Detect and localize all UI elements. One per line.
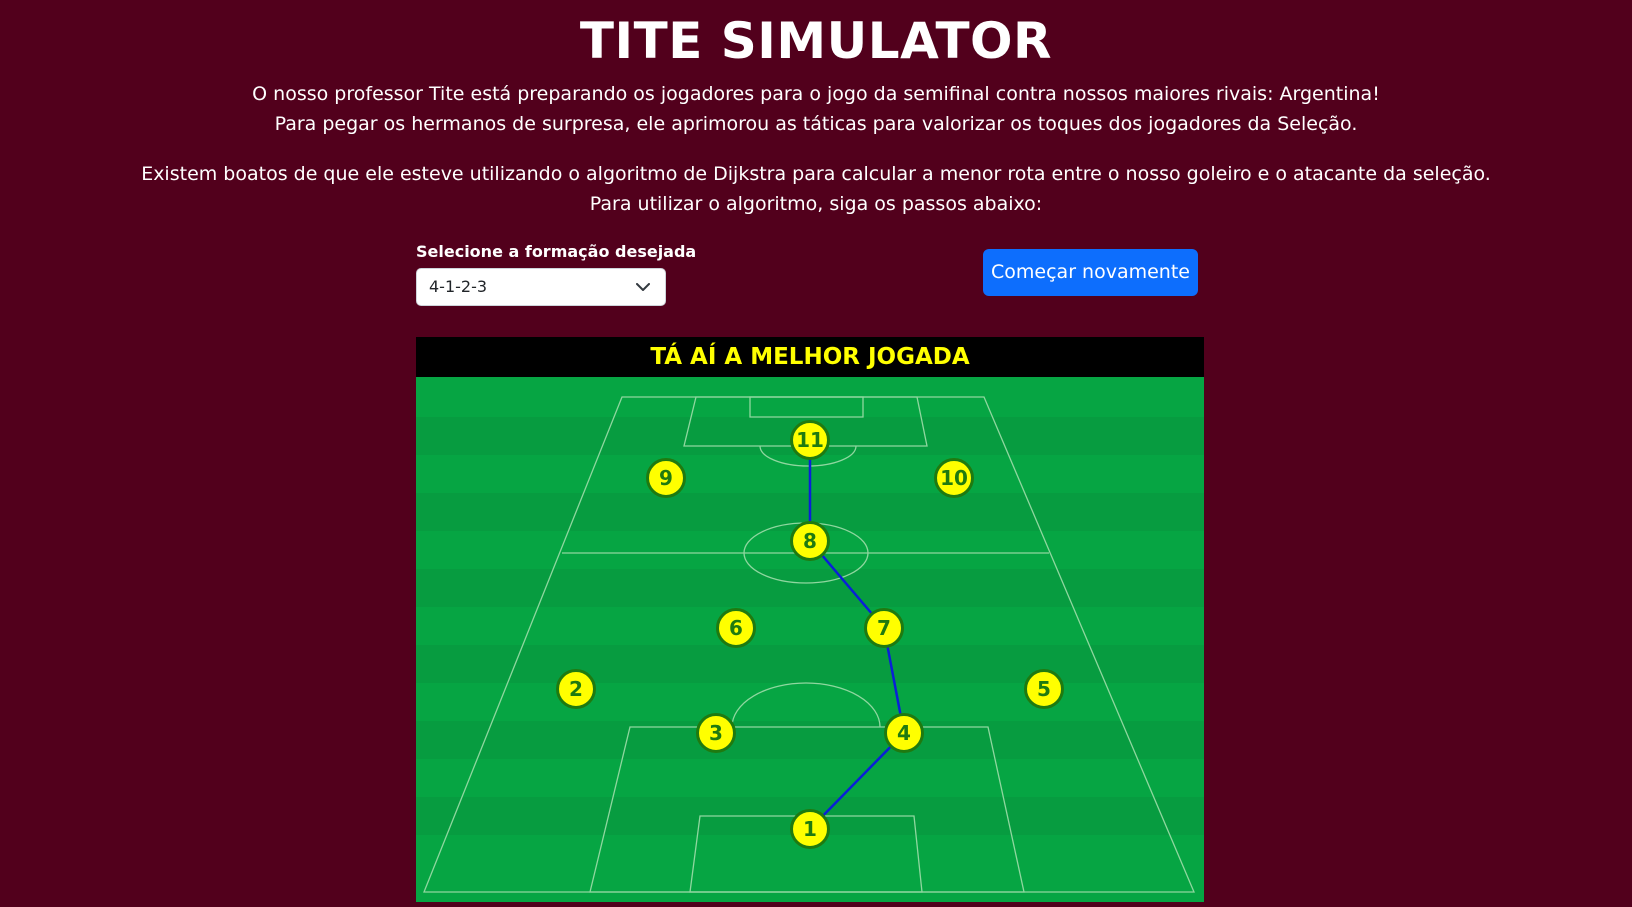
football-pitch: 1 2 3 4 5 6 7 8 9 10 11	[416, 377, 1204, 902]
player-9[interactable]: 9	[646, 458, 686, 498]
player-1[interactable]: 1	[790, 809, 830, 849]
player-2[interactable]: 2	[556, 669, 596, 709]
player-3[interactable]: 3	[696, 713, 736, 753]
intro-line-4: Para utilizar o algoritmo, siga os passo…	[589, 193, 1043, 215]
chevron-down-icon	[635, 269, 651, 305]
player-11[interactable]: 11	[790, 420, 830, 460]
player-6[interactable]: 6	[716, 608, 756, 648]
play-board: TÁ AÍ A MELHOR JOGADA 1 2 3 4 5 6 7 8 9 …	[416, 337, 1204, 902]
intro-line-2: Para pegar os hermanos de surpresa, ele …	[274, 113, 1358, 135]
formation-select-value: 4-1-2-3	[429, 277, 488, 296]
board-title: TÁ AÍ A MELHOR JOGADA	[416, 337, 1204, 377]
page-title: TITE SIMULATOR	[579, 12, 1053, 70]
intro-line-3: Existem boatos de que ele esteve utiliza…	[141, 163, 1491, 185]
player-8[interactable]: 8	[790, 521, 830, 561]
player-4[interactable]: 4	[884, 713, 924, 753]
formation-select[interactable]: 4-1-2-3	[416, 268, 666, 306]
intro-paragraph-2: Existem boatos de que ele esteve utiliza…	[0, 159, 1632, 219]
player-5[interactable]: 5	[1024, 669, 1064, 709]
intro-line-1: O nosso professor Tite está preparando o…	[252, 83, 1380, 105]
intro-paragraph-1: O nosso professor Tite está preparando o…	[0, 79, 1632, 139]
formation-label: Selecione a formação desejada	[416, 242, 697, 261]
player-10[interactable]: 10	[934, 458, 974, 498]
player-7[interactable]: 7	[864, 608, 904, 648]
restart-button[interactable]: Começar novamente	[983, 249, 1198, 296]
